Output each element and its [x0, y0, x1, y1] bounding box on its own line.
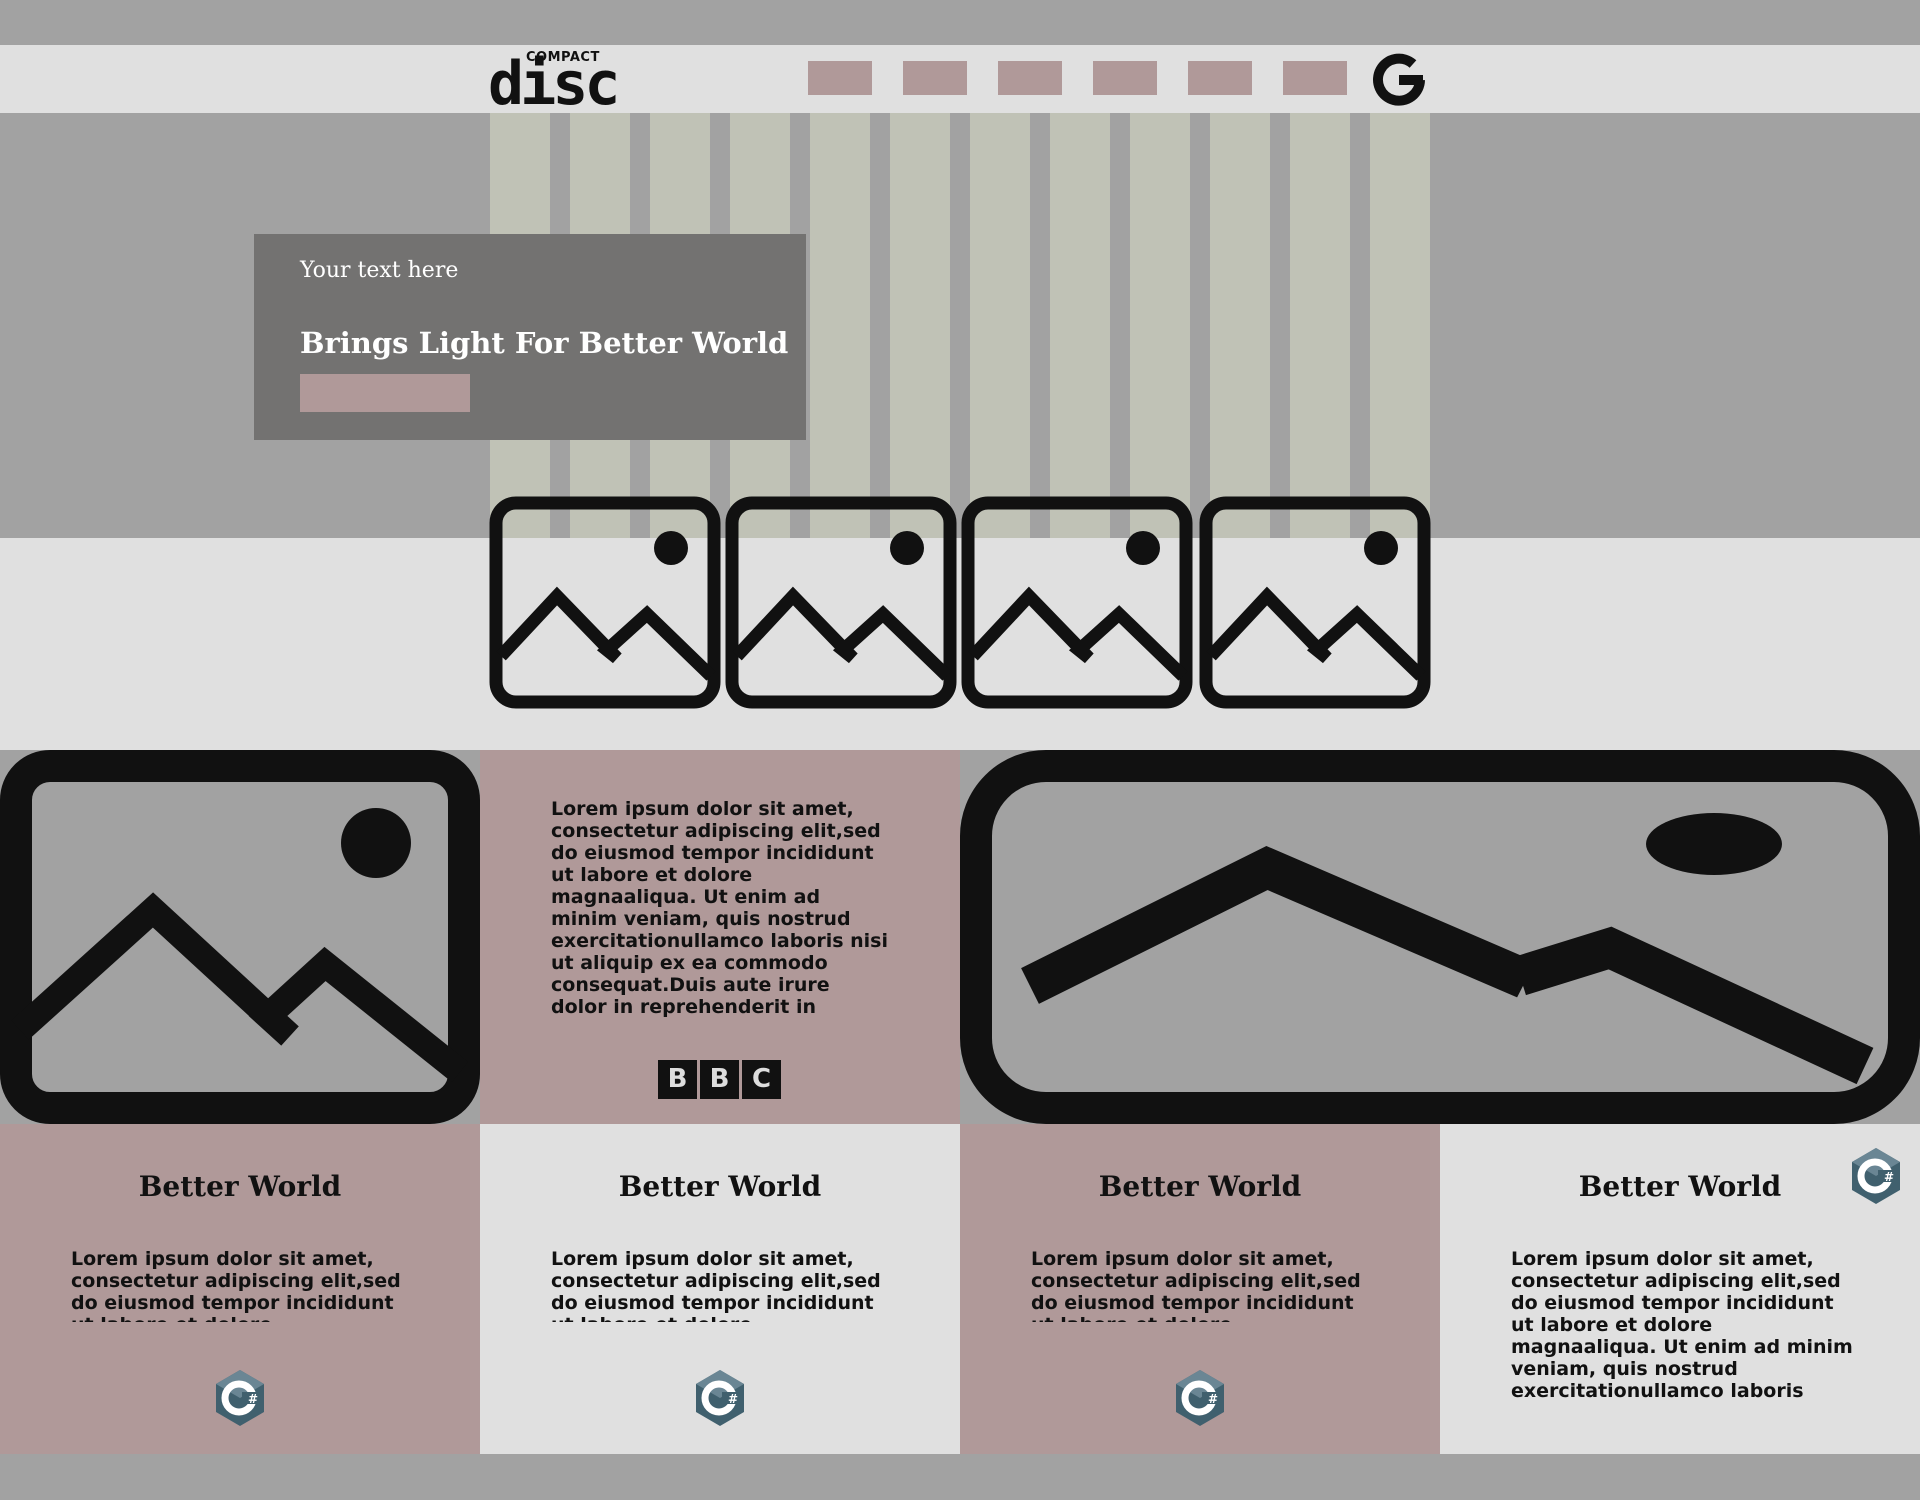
- hero-cta-button[interactable]: [300, 374, 470, 412]
- card-title: Better World: [618, 1170, 822, 1203]
- hero-panel: Your text here Brings Light For Better W…: [254, 234, 806, 440]
- feature-text-box: Lorem ipsum dolor sit amet, consectetur …: [480, 750, 960, 1124]
- card-body: Lorem ipsum dolor sit amet, consectetur …: [551, 1248, 881, 1322]
- card: Better World Lorem ipsum dolor sit amet,…: [960, 1124, 1440, 1454]
- compact-disc-logo[interactable]: COMPACT disc: [488, 50, 620, 114]
- thumbnail-band: [0, 538, 1920, 750]
- stripe: [890, 113, 950, 538]
- card-title: Better World: [138, 1170, 342, 1203]
- nav-item-3[interactable]: [998, 61, 1062, 95]
- csharp-icon: #: [696, 1370, 744, 1426]
- stripe: [1050, 113, 1110, 538]
- bbc-letter: B: [658, 1060, 697, 1099]
- svg-text:#: #: [1208, 1392, 1218, 1406]
- hero-title: Brings Light For Better World: [300, 326, 789, 360]
- nav-item-5[interactable]: [1188, 61, 1252, 95]
- stripe: [1370, 113, 1430, 538]
- svg-text:#: #: [248, 1392, 258, 1406]
- google-g-icon[interactable]: [1372, 53, 1426, 107]
- logo-big-text: disc: [488, 49, 620, 119]
- card-body: Lorem ipsum dolor sit amet, consectetur …: [71, 1248, 401, 1322]
- stripe: [970, 113, 1030, 538]
- csharp-icon: #: [216, 1370, 264, 1426]
- csharp-icon[interactable]: #: [1848, 1146, 1904, 1206]
- image-placeholder-icon[interactable]: [725, 496, 957, 709]
- svg-text:#: #: [728, 1392, 738, 1406]
- nav-item-4[interactable]: [1093, 61, 1157, 95]
- wide-image-placeholder-icon[interactable]: [960, 750, 1920, 1124]
- card-title: Better World: [1098, 1170, 1302, 1203]
- bbc-logo[interactable]: B B C: [658, 1060, 781, 1099]
- large-image-placeholder-icon[interactable]: [0, 750, 480, 1124]
- image-placeholder-icon[interactable]: [1199, 496, 1431, 709]
- card: Better World Lorem ipsum dolor sit amet,…: [480, 1124, 960, 1454]
- header: COMPACT disc: [0, 45, 1920, 114]
- csharp-icon: #: [1176, 1370, 1224, 1426]
- image-placeholder-icon[interactable]: [961, 496, 1193, 709]
- image-placeholder-icon[interactable]: [489, 496, 721, 709]
- bbc-letter: B: [700, 1060, 739, 1099]
- svg-text:#: #: [1884, 1170, 1894, 1184]
- stripe: [1210, 113, 1270, 538]
- hero-eyebrow: Your text here: [300, 258, 459, 283]
- stripe: [1290, 113, 1350, 538]
- card-body: Lorem ipsum dolor sit amet, consectetur …: [1511, 1248, 1853, 1402]
- nav-item-6[interactable]: [1283, 61, 1347, 95]
- card: Better World Lorem ipsum dolor sit amet,…: [0, 1124, 480, 1454]
- card-body: Lorem ipsum dolor sit amet, consectetur …: [1031, 1248, 1361, 1322]
- nav-item-1[interactable]: [808, 61, 872, 95]
- bbc-letter: C: [742, 1060, 781, 1099]
- nav-item-2[interactable]: [903, 61, 967, 95]
- stripe: [810, 113, 870, 538]
- stripe: [1130, 113, 1190, 538]
- feature-text: Lorem ipsum dolor sit amet, consectetur …: [551, 798, 889, 1018]
